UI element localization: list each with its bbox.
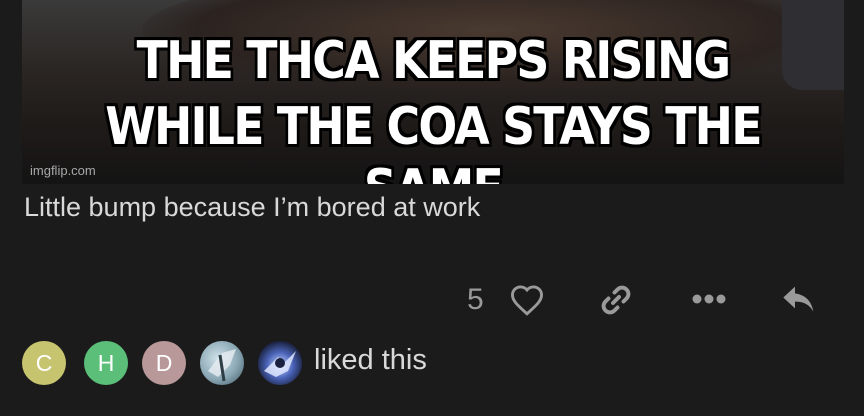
- reply-icon[interactable]: [779, 282, 821, 318]
- more-icon[interactable]: [687, 284, 731, 314]
- meme-text-top: THE THCA KEEPS RISING: [136, 31, 731, 91]
- meme-text-bottom: WHILE THE COA STAYS THE SAME: [105, 97, 762, 184]
- avatar[interactable]: C: [22, 341, 66, 385]
- image-watermark: imgflip.com: [30, 163, 96, 178]
- like-count: 5: [467, 283, 484, 316]
- post-caption: Little bump because I’m bored at work: [24, 192, 481, 222]
- link-icon[interactable]: [596, 280, 636, 320]
- liked-this-label: liked this: [314, 344, 427, 376]
- post-image[interactable]: THE THCA KEEPS RISING WHILE THE COA STAY…: [22, 0, 844, 184]
- avatar[interactable]: H: [84, 341, 128, 385]
- avatar[interactable]: [200, 341, 244, 385]
- avatar[interactable]: D: [142, 341, 186, 385]
- avatar[interactable]: [258, 341, 302, 385]
- heart-icon[interactable]: [507, 282, 547, 318]
